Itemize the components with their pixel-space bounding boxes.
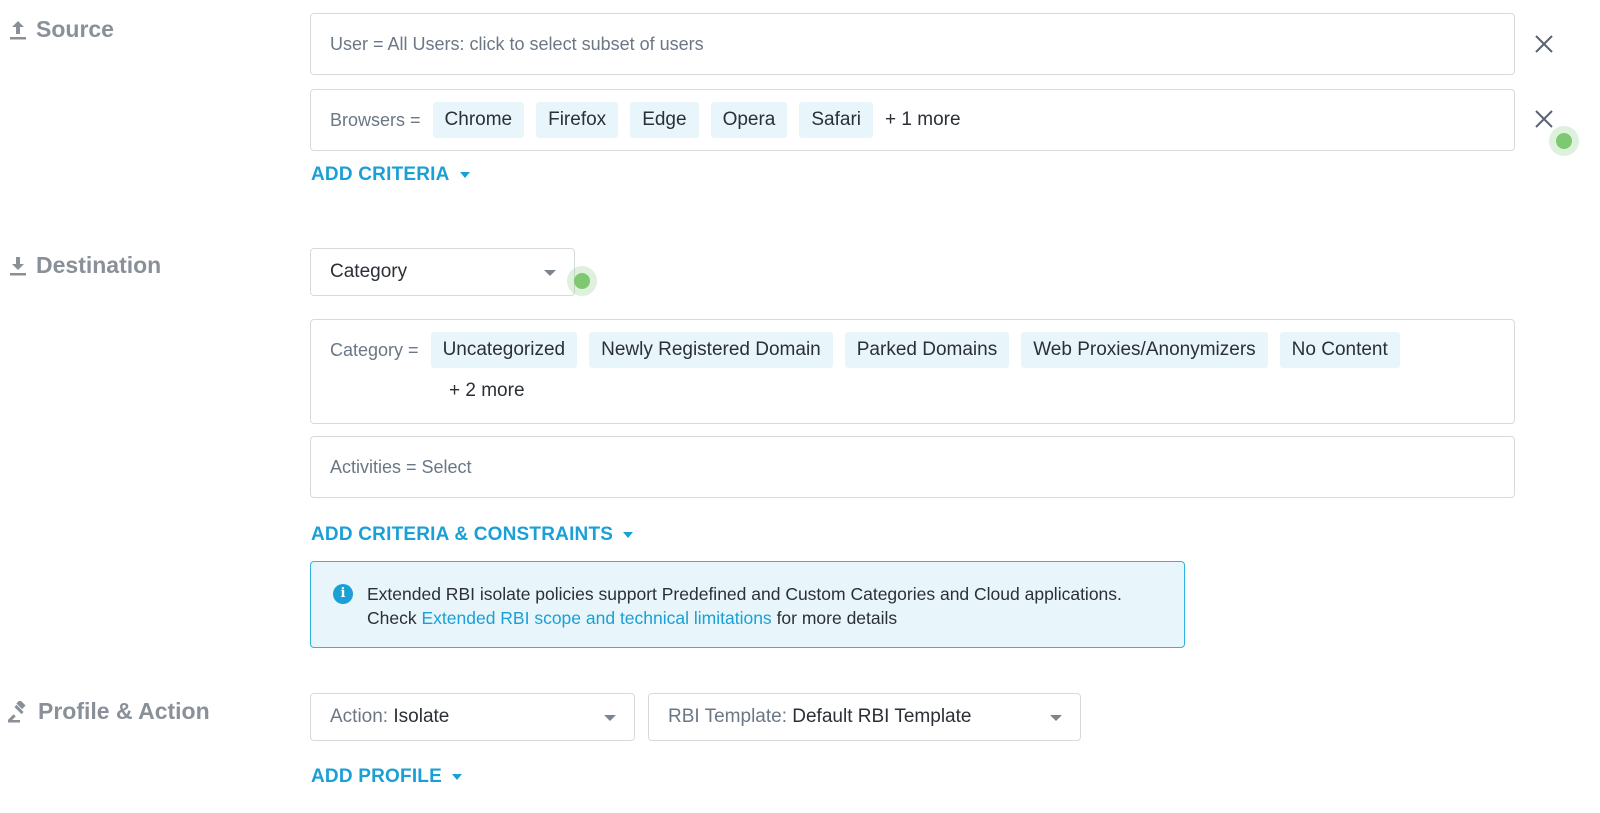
- category-more-link[interactable]: + 2 more: [449, 380, 525, 401]
- chip-newly-registered-domain[interactable]: Newly Registered Domain: [589, 332, 833, 368]
- user-criteria-text: User = All Users: click to select subset…: [330, 33, 704, 54]
- download-icon: [8, 255, 28, 277]
- destination-label: Destination: [36, 252, 162, 278]
- chip-chrome[interactable]: Chrome: [432, 102, 525, 138]
- rbi-template-select-value: Default RBI Template: [792, 706, 972, 727]
- remove-user-criteria-button[interactable]: [1532, 32, 1556, 56]
- chevron-down-icon: [451, 774, 462, 780]
- chip-firefox[interactable]: Firefox: [536, 102, 619, 138]
- category-criteria-label: Category =: [330, 339, 419, 360]
- rbi-limitations-link[interactable]: Extended RBI scope and technical limitat…: [421, 608, 771, 628]
- info-icon: i: [333, 584, 353, 604]
- destination-section-label: Destination: [8, 252, 161, 279]
- browsers-criteria-field[interactable]: Browsers = Chrome Firefox Edge Opera Saf…: [310, 89, 1515, 151]
- chip-parked-domains[interactable]: Parked Domains: [844, 332, 1010, 368]
- chip-opera[interactable]: Opera: [710, 102, 788, 138]
- browsers-criteria-label: Browsers =: [330, 109, 421, 130]
- info-banner: i Extended RBI isolate policies support …: [310, 561, 1185, 648]
- chip-safari[interactable]: Safari: [799, 102, 874, 138]
- remove-browsers-criteria-button[interactable]: [1532, 107, 1556, 131]
- green-indicator-dot: [567, 266, 597, 296]
- close-icon: [1535, 110, 1553, 128]
- add-criteria-constraints-button[interactable]: ADD CRITERIA & CONSTRAINTS: [311, 524, 634, 546]
- chip-web-proxies[interactable]: Web Proxies/Anonymizers: [1021, 332, 1268, 368]
- add-profile-button[interactable]: ADD PROFILE: [311, 766, 462, 788]
- chip-edge[interactable]: Edge: [630, 102, 699, 138]
- add-profile-label: ADD PROFILE: [311, 766, 442, 787]
- destination-type-select[interactable]: Category: [310, 248, 575, 296]
- upload-icon: [8, 19, 28, 41]
- add-criteria-label: ADD CRITERIA: [311, 164, 450, 185]
- add-criteria-button[interactable]: ADD CRITERIA: [311, 164, 470, 186]
- green-indicator-dot: [1549, 126, 1579, 156]
- info-line-2: Check Extended RBI scope and technical l…: [367, 608, 898, 628]
- chevron-down-icon: [623, 532, 634, 538]
- chip-no-content[interactable]: No Content: [1279, 332, 1400, 368]
- activities-criteria-text: Activities = Select: [330, 456, 472, 477]
- user-criteria-field[interactable]: User = All Users: click to select subset…: [310, 13, 1515, 75]
- destination-type-value: Category: [330, 261, 408, 282]
- action-select[interactable]: Action: Isolate: [310, 693, 635, 741]
- chip-uncategorized[interactable]: Uncategorized: [430, 332, 578, 368]
- close-icon: [1535, 35, 1553, 53]
- source-section-label: Source: [8, 16, 114, 43]
- profile-section-label: Profile & Action: [8, 698, 210, 725]
- chevron-down-icon: [544, 270, 556, 276]
- browsers-more-link[interactable]: + 1 more: [885, 109, 961, 131]
- info-line-1: Extended RBI isolate policies support Pr…: [367, 584, 1122, 604]
- gavel-icon: [8, 700, 30, 723]
- source-label: Source: [36, 16, 114, 42]
- chevron-down-icon: [459, 172, 470, 178]
- add-criteria-constraints-label: ADD CRITERIA & CONSTRAINTS: [311, 524, 614, 545]
- category-criteria-field[interactable]: Category = Uncategorized Newly Registere…: [310, 319, 1515, 424]
- rbi-template-select-label: RBI Template:: [668, 706, 787, 727]
- chevron-down-icon: [1050, 715, 1062, 721]
- activities-criteria-field[interactable]: Activities = Select: [310, 436, 1515, 498]
- action-select-value: Isolate: [393, 706, 450, 727]
- profile-label: Profile & Action: [38, 698, 210, 724]
- rbi-template-select[interactable]: RBI Template: Default RBI Template: [648, 693, 1081, 741]
- action-select-label: Action:: [330, 706, 389, 727]
- chevron-down-icon: [604, 715, 616, 721]
